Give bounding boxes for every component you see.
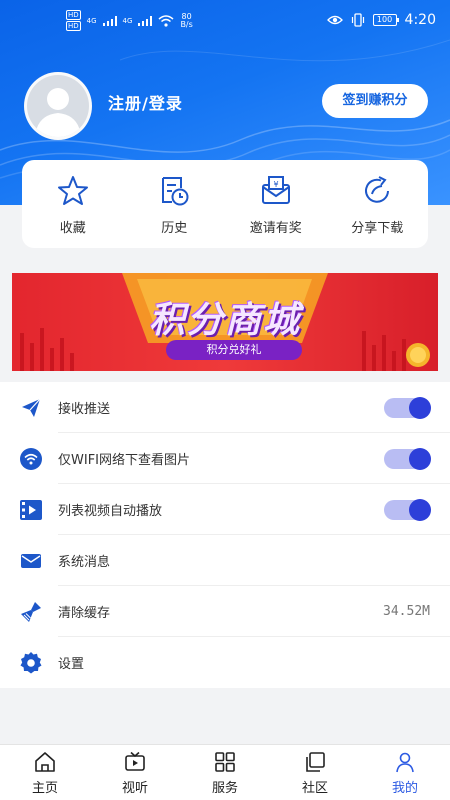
toggle-knob [409,396,431,419]
send-icon [22,398,41,417]
setting-label: 设置 [58,657,85,672]
points-mall-banner[interactable]: 积分商城 积分兑好礼 [12,273,438,371]
community-icon [306,752,325,772]
setting-receive-push[interactable]: 接收推送 [0,382,450,433]
eye-icon [326,15,343,25]
setting-wifi-only-images[interactable]: 仅WIFI网络下查看图片 [0,433,450,484]
history-icon [162,177,189,206]
cache-size: 34.52M [383,604,430,619]
quick-action-label: 收藏 [59,221,86,236]
video-icon [20,499,42,520]
svg-text:¥: ¥ [273,180,278,189]
setting-label: 列表视频自动播放 [58,504,163,519]
tab-label: 视听 [121,781,148,796]
setting-label: 清除缓存 [58,606,111,621]
push-toggle[interactable] [384,396,431,419]
wifi-only-toggle[interactable] [384,447,431,470]
banner-title: 积分商城 [148,300,301,341]
login-register-link[interactable]: 注册/登录 [108,90,183,114]
clock: 4:20 [404,12,436,28]
wifi-status-icon [158,14,174,27]
toggle-knob [409,447,431,470]
quick-action-history[interactable]: 历史 [124,160,226,248]
checkin-points-button[interactable]: 签到赚积分 [322,84,428,118]
toggle-knob [409,498,431,521]
star-icon [57,176,88,205]
setting-label: 仅WIFI网络下查看图片 [58,453,190,468]
setting-label: 系统消息 [58,555,111,570]
quick-action-label: 分享下载 [351,221,404,236]
tab-services[interactable]: 服务 [180,745,270,800]
bottom-tab-bar: 主页 视听 服务 社区 我的 [0,744,450,800]
grid-icon [215,752,235,772]
signal-2-icon [138,15,153,26]
tab-label: 我的 [391,781,418,796]
default-avatar-icon [35,88,81,137]
tab-label: 主页 [31,781,58,796]
home-icon [35,752,55,772]
net-speed-unit: B/s [180,19,193,29]
settings-list: 接收推送 仅WIFI网络下查看图片 列表视频自动播放 系统消息 清除缓存 34.… [0,382,450,688]
invite-icon: ¥ [261,176,290,204]
quick-action-label: 邀请有奖 [249,221,302,236]
user-icon [396,752,414,773]
banner-subtitle: 积分兑好礼 [166,340,302,360]
setting-autoplay-video[interactable]: 列表视频自动播放 [0,484,450,535]
tab-label: 社区 [301,781,328,796]
status-bar: HD HD 4G 4G 80 B/s 100 4:20 [0,0,450,40]
tab-media[interactable]: 视听 [90,745,180,800]
quick-action-label: 历史 [161,221,188,236]
tab-me[interactable]: 我的 [360,745,450,800]
broom-icon [21,601,41,622]
share-icon [365,176,390,203]
vibrate-icon [351,13,364,27]
sim1-hd-badge: HD [66,10,81,20]
net-speed: 80 B/s [180,12,193,29]
signal-icon [102,15,117,26]
sim2-hd-badge: HD [66,21,81,31]
quick-action-share[interactable]: 分享下载 [327,160,429,248]
battery-icon: 100 [372,14,399,26]
avatar[interactable] [24,72,92,140]
mail-icon [21,553,41,568]
quick-action-invite[interactable]: ¥ 邀请有奖 [225,160,327,248]
autoplay-toggle[interactable] [384,498,431,521]
tv-icon [125,751,145,771]
network-type-2: 4G [122,16,133,25]
tab-community[interactable]: 社区 [270,745,360,800]
setting-preferences[interactable]: 设置 [0,637,450,688]
quick-action-favorites[interactable]: 收藏 [22,160,124,248]
tab-label: 服务 [211,781,238,796]
wifi-icon [20,447,42,470]
setting-label: 接收推送 [58,402,111,417]
network-type-1: 4G [86,16,97,25]
quick-actions-card: 收藏 历史 ¥ 邀请有奖 分享下载 [22,160,428,248]
setting-clear-cache[interactable]: 清除缓存 34.52M [0,586,450,637]
tab-home[interactable]: 主页 [0,745,90,800]
setting-system-messages[interactable]: 系统消息 [0,535,450,586]
gear-icon [20,651,42,673]
